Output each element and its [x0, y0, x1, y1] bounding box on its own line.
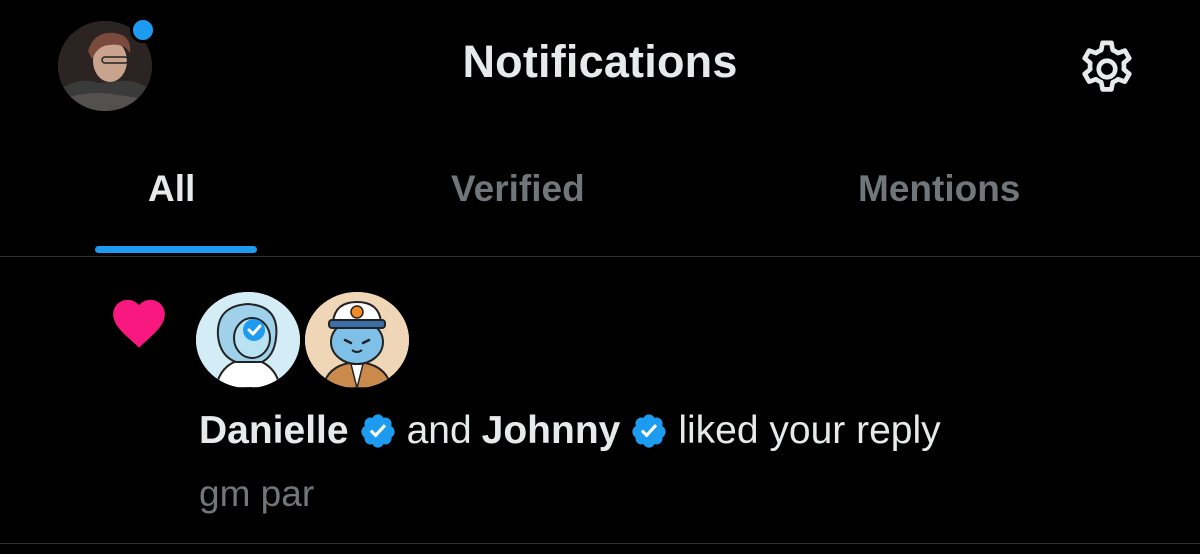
like-notification[interactable]: Danielle and Johnny liked your reply gm … — [0, 257, 1200, 544]
user-name-johnny[interactable]: Johnny — [482, 409, 621, 453]
divider — [0, 543, 1200, 544]
active-tab-indicator — [95, 246, 257, 253]
verified-badge-icon — [360, 414, 395, 448]
tab-label: All — [148, 168, 196, 209]
user-name-danielle[interactable]: Danielle — [199, 409, 349, 453]
action-text: liked your reply — [678, 409, 941, 452]
tab-label: Verified — [451, 168, 585, 209]
settings-button[interactable] — [1074, 36, 1140, 102]
gear-icon — [1082, 40, 1132, 92]
avatar-danielle[interactable] — [196, 292, 300, 388]
tab-all[interactable]: All — [0, 150, 355, 256]
johnny-avatar-image — [305, 292, 409, 388]
heart-icon — [113, 299, 165, 348]
tab-verified[interactable]: Verified — [355, 150, 755, 256]
connector-text: and — [406, 409, 472, 452]
tab-label: Mentions — [858, 168, 1021, 209]
danielle-avatar-image — [196, 292, 300, 388]
avatar-johnny[interactable] — [305, 292, 409, 388]
reply-preview: gm par — [199, 473, 315, 514]
tab-mentions[interactable]: Mentions — [755, 150, 1200, 256]
top-header: Notifications — [0, 0, 1200, 130]
page-title: Notifications — [462, 36, 738, 87]
notification-text: Danielle and Johnny liked your reply — [199, 409, 941, 453]
verified-badge-icon — [632, 414, 666, 448]
notification-tabs: All Verified Mentions — [0, 150, 1200, 256]
